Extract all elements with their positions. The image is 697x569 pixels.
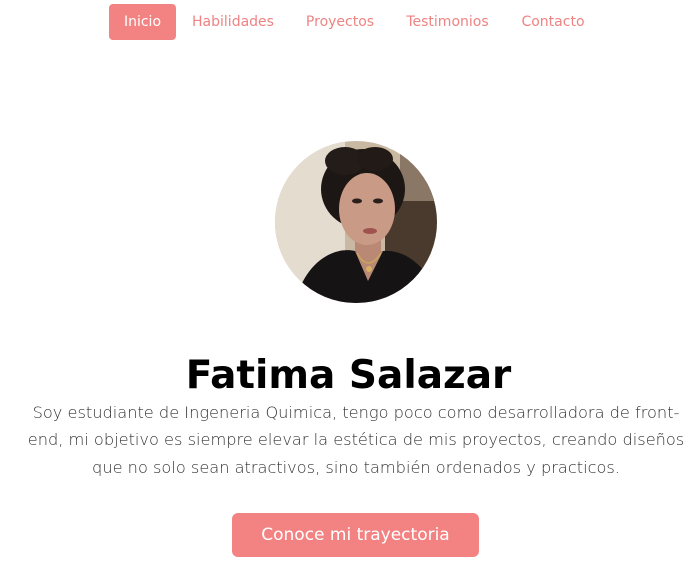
nav-link-proyectos[interactable]: Proyectos (298, 4, 382, 40)
page: Inicio Habilidades Proyectos Testimonios… (0, 0, 697, 569)
nav-link-contacto[interactable]: Contacto (513, 4, 593, 40)
nav-link-inicio[interactable]: Inicio (109, 4, 176, 40)
profile-photo (275, 141, 437, 303)
nav-link-testimonios[interactable]: Testimonios (398, 4, 497, 40)
page-title: Fatima Salazar (185, 353, 512, 399)
nav-link-habilidades[interactable]: Habilidades (184, 4, 282, 40)
main-nav: Inicio Habilidades Proyectos Testimonios… (0, 4, 697, 40)
bio-text: Soy estudiante de Ingeneria Quimica, ten… (27, 403, 685, 477)
trajectory-button[interactable]: Conoce mi trayectoria (232, 513, 479, 557)
